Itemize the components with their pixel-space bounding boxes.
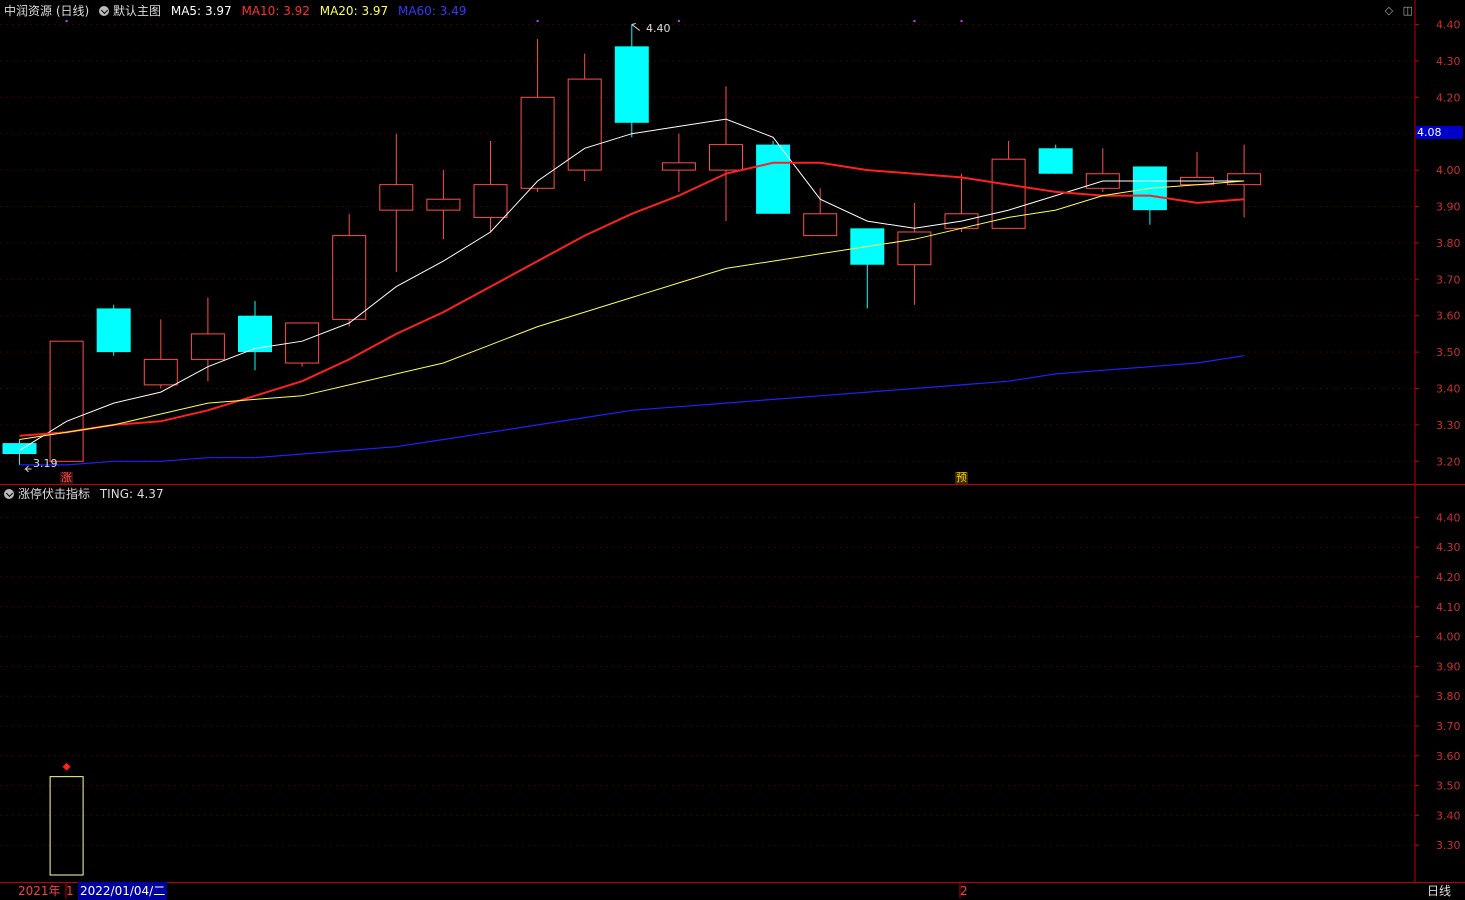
candle-body	[143, 358, 178, 386]
y-tick-label: 4.40	[1436, 511, 1461, 524]
current-price-tag: 4.08	[1416, 126, 1463, 139]
y-tick-label: 3.70	[1436, 720, 1461, 733]
candle-body	[473, 184, 508, 218]
main-header: 中润资源 (日线) 默认主图 MA5: 3.97 MA10: 3.92 MA20…	[4, 2, 472, 20]
event-dot	[65, 20, 68, 22]
circle-check-icon	[99, 6, 110, 16]
y-tick-label: 3.90	[1436, 201, 1461, 214]
high-marker-arrow	[631, 23, 641, 31]
event-dot	[677, 20, 680, 22]
axis-month-2: 2	[960, 884, 968, 898]
low-marker-arrow	[24, 465, 32, 473]
event-dot	[913, 20, 916, 22]
candle-body	[2, 443, 37, 455]
zhang-tag: 涨	[60, 471, 73, 484]
ting-legend: TING: 4.37	[99, 487, 164, 501]
event-dot	[536, 20, 539, 22]
chart-canvas: 3.20 3.30 3.40 3.50 3.60 3.70 3.80 3.90 4.00 4.10…	[0, 0, 1465, 898]
sub-header: 涨停伏击指标 TING: 4.37	[4, 485, 170, 503]
candle-body	[520, 96, 555, 189]
ma60-legend: MA60: 3.49	[397, 4, 467, 18]
y-tick-label: 3.50	[1436, 346, 1461, 359]
yu-tag: 预	[955, 471, 968, 484]
y-tick-label: 3.60	[1436, 750, 1461, 763]
signal-diamond	[62, 762, 71, 771]
y-tick-label: 3.40	[1436, 383, 1461, 396]
candle-body	[709, 144, 743, 171]
ma60-line	[19, 355, 1245, 466]
candle-body	[991, 158, 1026, 229]
y-tick-label: 3.90	[1436, 660, 1461, 673]
y-tick-label: 4.20	[1436, 571, 1461, 584]
candle-body	[332, 235, 367, 320]
diamond-icon[interactable]: ◇	[1385, 4, 1393, 17]
axis-month-1: 1	[66, 884, 74, 898]
y-tick-label: 3.60	[1436, 310, 1461, 323]
period-selector[interactable]: 日线	[1427, 882, 1451, 900]
y-tick-label: 3.40	[1436, 809, 1461, 822]
ma10-legend: MA10: 3.92	[241, 4, 310, 18]
y-tick-label: 3.30	[1436, 839, 1461, 852]
axis-year: 2021年	[18, 884, 61, 898]
cursor-date: 2022/01/04/二	[78, 882, 168, 900]
indicator-bar	[49, 776, 84, 876]
low-marker-label: 3.19	[33, 457, 58, 470]
candle-body	[756, 144, 791, 214]
y-tick-label: 4.10	[1436, 601, 1461, 614]
y-tick-label: 4.30	[1436, 541, 1461, 554]
y-tick-label: 3.80	[1436, 690, 1461, 703]
y-tick-label: 3.80	[1436, 237, 1461, 250]
y-tick-label: 3.50	[1436, 780, 1461, 793]
ma20-legend: MA20: 3.97	[319, 4, 389, 18]
y-tick-label: 3.20	[1436, 455, 1461, 468]
stock-title[interactable]: 中润资源 (日线)	[4, 4, 89, 18]
candle-body	[1227, 173, 1262, 186]
high-marker-label: 4.40	[646, 22, 671, 35]
y-tick-label: 4.00	[1436, 164, 1461, 177]
circle-check-icon	[4, 489, 14, 499]
y-tick-label: 3.70	[1436, 273, 1461, 286]
y-tick-label: 4.30	[1436, 55, 1461, 68]
window-icon[interactable]: ◫	[1403, 4, 1413, 17]
candle-body	[49, 340, 84, 462]
ma5-legend: MA5: 3.97	[170, 4, 232, 18]
ma20-line	[19, 180, 1245, 440]
indicator-selector[interactable]: 涨停伏击指标	[4, 487, 90, 501]
candle-body	[803, 213, 838, 237]
window-controls: ◇ ◫	[1379, 4, 1413, 17]
y-tick-label: 4.00	[1436, 631, 1461, 644]
candle-body	[1038, 148, 1073, 174]
ma10-line	[19, 161, 1245, 437]
candle-body	[614, 46, 649, 123]
candle-body	[426, 198, 461, 211]
event-dot	[960, 20, 963, 22]
template-selector[interactable]: 默认主图	[99, 4, 161, 18]
y-tick-label: 4.20	[1436, 91, 1461, 104]
y-tick-label: 3.30	[1436, 419, 1461, 432]
candle-body	[96, 308, 131, 353]
candle-body	[661, 162, 696, 171]
candle-body	[190, 333, 225, 360]
y-tick-label: 4.40	[1436, 19, 1461, 32]
